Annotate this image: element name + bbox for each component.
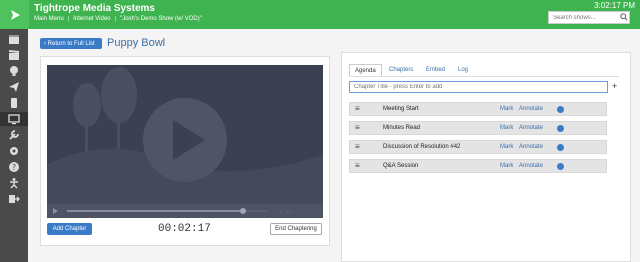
agenda-item: ≡ Meeting Start Mark Annotate — [349, 102, 607, 116]
gear-icon[interactable] — [7, 144, 21, 158]
monitor-icon[interactable] — [0, 112, 28, 126]
back-to-list-button[interactable]: ‹ Return to Full List — [40, 38, 102, 49]
calendar-icon[interactable] — [7, 32, 21, 46]
drag-handle-icon[interactable]: ≡ — [355, 161, 360, 170]
phone-icon[interactable] — [7, 96, 21, 110]
drag-handle-icon[interactable]: ≡ — [355, 142, 360, 151]
wrench-icon[interactable] — [7, 128, 21, 142]
breadcrumb: Main Menu | Internet Video | "Josh's Dem… — [34, 16, 202, 22]
agenda-item: ≡ Discussion of Resolution #42 Mark Anno… — [349, 140, 607, 154]
agenda-item-label: Discussion of Resolution #42 — [383, 144, 461, 150]
breadcrumb-show: "Josh's Demo Show (w/ VOD)" — [120, 16, 202, 22]
tab-embed[interactable]: Embed — [421, 64, 450, 76]
gear-icon[interactable] — [557, 106, 564, 113]
page-title: Puppy Bowl — [107, 37, 166, 49]
svg-text:?: ? — [12, 163, 16, 172]
send-icon[interactable] — [7, 80, 21, 94]
annotate-link[interactable]: Annotate — [519, 163, 543, 169]
annotate-link[interactable]: Annotate — [519, 106, 543, 112]
duration-text: 4:32 — [279, 209, 293, 216]
timecode: 00:02:17 — [158, 223, 211, 235]
search-icon[interactable] — [620, 13, 628, 21]
sidebar: ? — [0, 29, 28, 262]
clock: 3:02:17 PM — [594, 1, 635, 10]
tab-chapters[interactable]: Chapters — [384, 64, 418, 76]
video-player[interactable] — [47, 65, 323, 218]
tab-agenda[interactable]: Agenda — [349, 64, 382, 76]
tabs-divider — [349, 76, 619, 77]
video-controls: 4:32 — [47, 204, 323, 218]
agenda-item: ≡ Q&A Session Mark Annotate — [349, 159, 607, 173]
breadcrumb-main-menu[interactable]: Main Menu — [34, 16, 64, 22]
agenda-item: ≡ Minutes Read Mark Annotate — [349, 121, 607, 135]
seek-progress — [67, 210, 243, 212]
annotate-link[interactable]: Annotate — [519, 144, 543, 150]
video-placeholder-art — [47, 67, 323, 218]
person-icon[interactable] — [7, 176, 21, 190]
breadcrumb-internet-video[interactable]: Internet Video — [73, 16, 110, 22]
breadcrumb-separator: | — [114, 16, 117, 22]
gear-icon[interactable] — [557, 144, 564, 151]
back-label: Return to Full List — [47, 40, 95, 47]
agenda-item-label: Q&A Session — [383, 163, 419, 169]
breadcrumb-separator: | — [67, 16, 70, 22]
gear-icon[interactable] — [557, 163, 564, 170]
mark-link[interactable]: Mark — [500, 163, 513, 169]
top-bar: Tightrope Media Systems Main Menu | Inte… — [0, 0, 640, 29]
tab-log[interactable]: Log — [453, 64, 473, 76]
app-logo-icon[interactable] — [0, 0, 29, 29]
drag-handle-icon[interactable]: ≡ — [355, 104, 360, 113]
agenda-item-label: Meeting Start — [383, 106, 419, 112]
app-title: Tightrope Media Systems — [34, 3, 155, 14]
lightbulb-icon[interactable] — [7, 64, 21, 78]
add-plus-icon[interactable]: + — [612, 81, 617, 91]
end-chaptering-button[interactable]: End Chaptering — [270, 223, 322, 235]
chapter-title-input[interactable] — [349, 81, 608, 93]
logout-icon[interactable] — [7, 192, 21, 206]
mark-link[interactable]: Mark — [500, 144, 513, 150]
annotate-link[interactable]: Annotate — [519, 125, 543, 131]
mark-link[interactable]: Mark — [500, 106, 513, 112]
seek-handle — [240, 208, 246, 214]
add-chapter-button[interactable]: Add Chapter — [47, 223, 92, 235]
search-input[interactable] — [548, 11, 630, 24]
gear-icon[interactable] — [557, 125, 564, 132]
clapper-icon[interactable] — [7, 48, 21, 62]
drag-handle-icon[interactable]: ≡ — [355, 123, 360, 132]
question-icon[interactable]: ? — [7, 160, 21, 174]
agenda-item-label: Minutes Read — [383, 125, 421, 131]
mark-link[interactable]: Mark — [500, 125, 513, 131]
play-icon — [53, 208, 58, 214]
